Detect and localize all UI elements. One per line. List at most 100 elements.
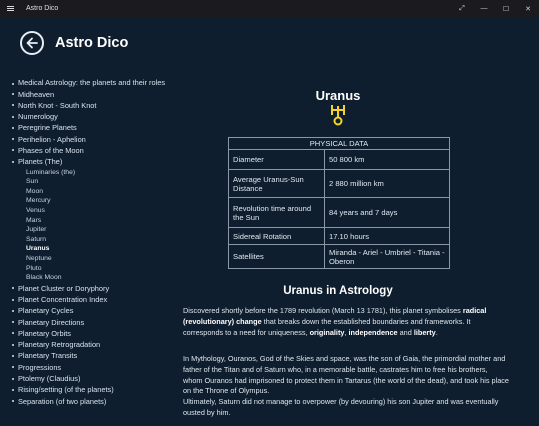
table-row: Satellites Miranda - Ariel - Umbriel - T… xyxy=(228,244,450,269)
sidebar-item[interactable]: Midheaven xyxy=(0,89,170,100)
sidebar-item[interactable]: Perihelion - Aphelion xyxy=(0,134,170,145)
sidebar-item-label: North Knot - South Knot xyxy=(18,100,97,110)
sidebar-subitem[interactable]: Jupiter xyxy=(0,225,170,235)
sidebar-subitem[interactable]: Mercury xyxy=(0,196,170,206)
sidebar-item[interactable]: North Knot - South Knot xyxy=(0,100,170,111)
sidebar-subitem[interactable]: Saturn xyxy=(0,235,170,245)
app-title: Astro Dico xyxy=(55,35,129,51)
bullet-icon xyxy=(12,354,14,357)
bullet-icon xyxy=(12,82,14,85)
sidebar-subitem[interactable]: Venus xyxy=(0,206,170,216)
sidebar-item[interactable]: Separation (of two planets) xyxy=(0,396,170,407)
article-content: Uranus PHYSICAL DATA Diameter 50 800 km … xyxy=(173,78,539,426)
sidebar-item-label: Perihelion - Aphelion xyxy=(18,134,86,144)
sidebar-item[interactable]: Planets (The) xyxy=(0,156,170,167)
sidebar-subitem[interactable]: Moon xyxy=(0,187,170,197)
bullet-icon xyxy=(12,138,14,141)
row-label: Satellites xyxy=(228,244,325,269)
bullet-icon xyxy=(12,332,14,335)
sidebar-subitem[interactable]: Sun xyxy=(0,177,170,187)
text-span: . xyxy=(435,327,438,337)
hamburger-menu-icon[interactable] xyxy=(0,0,20,17)
sidebar-item-label: Planet Cluster or Doryphory xyxy=(18,283,110,293)
bullet-icon xyxy=(12,377,14,380)
maximize-button[interactable]: ☐ xyxy=(495,0,517,17)
mythology-paragraph: In Mythology, Ouranos, God of the Skies … xyxy=(183,354,509,419)
sidebar-topic-list[interactable]: Medical Astrology: the planets and their… xyxy=(0,78,170,426)
sidebar-item[interactable]: Ptolemy (Claudius) xyxy=(0,373,170,384)
sidebar-subitem[interactable]: Mars xyxy=(0,216,170,226)
bullet-icon xyxy=(12,388,14,391)
sidebar-item[interactable]: Peregrine Planets xyxy=(0,122,170,133)
paragraph-text: Ultimately, Saturn did not manage to ove… xyxy=(183,397,499,417)
table-row: Diameter 50 800 km xyxy=(228,149,450,170)
row-label: Revolution time around the Sun xyxy=(228,197,325,228)
row-value: 84 years and 7 days xyxy=(324,197,450,228)
sidebar-item[interactable]: Planetary Transits xyxy=(0,350,170,361)
back-button[interactable] xyxy=(20,31,44,55)
table-row: Revolution time around the Sun 84 years … xyxy=(228,197,450,228)
back-arrow-icon xyxy=(26,37,38,49)
sidebar-subitem[interactable]: Luminaries (the) xyxy=(0,168,170,178)
sidebar-subitem[interactable]: Uranus xyxy=(0,244,170,254)
table-header: PHYSICAL DATA xyxy=(228,137,450,150)
text-span: Discovered shortly before the 1789 revol… xyxy=(183,306,463,315)
section-title: Uranus in Astrology xyxy=(283,285,393,297)
bullet-icon xyxy=(12,287,14,290)
intro-paragraph: Discovered shortly before the 1789 revol… xyxy=(183,306,509,338)
planet-title: Uranus xyxy=(315,88,361,103)
sidebar-item[interactable]: Planetary Retrogradation xyxy=(0,339,170,350)
row-value: 17.10 hours xyxy=(324,227,450,245)
title-bar: Astro Dico ⤢ — ☐ ✕ xyxy=(0,0,539,17)
text-span: and xyxy=(397,327,414,337)
sidebar-item-label: Planet Concentration Index xyxy=(18,295,108,304)
sidebar-item-label: Peregrine Planets xyxy=(18,123,77,133)
sidebar-item-label: Planetary Directions xyxy=(18,317,85,327)
sidebar-item[interactable]: Numerology xyxy=(0,111,170,122)
sidebar-item[interactable]: Planetary Orbits xyxy=(0,328,170,339)
sidebar-item-label: Planetary Cycles xyxy=(18,306,74,316)
sidebar-item-label: Medical Astrology: the planets and their… xyxy=(18,78,166,87)
sidebar-item-label: Midheaven xyxy=(18,89,55,99)
bullet-icon xyxy=(12,115,14,118)
close-button[interactable]: ✕ xyxy=(517,0,539,17)
bold-text: independence xyxy=(348,327,398,337)
sidebar-item[interactable]: Rising/setting (of the planets) xyxy=(0,384,170,395)
row-value: 2 880 million km xyxy=(324,169,450,198)
fullscreen-button[interactable]: ⤢ xyxy=(451,0,473,17)
sidebar-subitem[interactable]: Pluto xyxy=(0,264,170,274)
sidebar-item-label: Ptolemy (Claudius) xyxy=(18,374,81,384)
bullet-icon xyxy=(12,126,14,129)
bullet-icon xyxy=(12,343,14,346)
row-value: Miranda - Ariel - Umbriel - Titania - Ob… xyxy=(324,244,450,269)
sidebar-item-label: Planetary Retrogradation xyxy=(18,340,101,350)
physical-data-table: PHYSICAL DATA Diameter 50 800 km Average… xyxy=(228,137,450,269)
bullet-icon xyxy=(12,93,14,95)
sidebar-item-label: Phases of the Moon xyxy=(18,145,84,155)
bold-text: liberty xyxy=(413,327,436,337)
bullet-icon xyxy=(12,149,14,152)
uranus-symbol-icon xyxy=(331,105,345,126)
sidebar-item[interactable]: Planet Concentration Index xyxy=(0,294,170,305)
row-value: 50 800 km xyxy=(324,149,450,170)
bullet-icon xyxy=(12,104,14,107)
row-label: Average Uranus-Sun Distance xyxy=(228,169,325,198)
sidebar-item-label: Separation (of two planets) xyxy=(18,396,107,406)
bullet-icon xyxy=(12,321,14,324)
row-label: Sidereal Rotation xyxy=(228,227,325,245)
sidebar-item-label: Planets (The) xyxy=(18,157,63,167)
sidebar-subitem[interactable]: Black Moon xyxy=(0,273,170,283)
sidebar-item-label: Rising/setting (of the planets) xyxy=(18,385,114,395)
minimize-button[interactable]: — xyxy=(473,0,495,17)
sidebar-item[interactable]: Medical Astrology: the planets and their… xyxy=(0,78,170,89)
table-row: Average Uranus-Sun Distance 2 880 millio… xyxy=(228,169,450,198)
sidebar-item[interactable]: Planetary Directions xyxy=(0,317,170,328)
sidebar-item[interactable]: Phases of the Moon xyxy=(0,145,170,156)
sidebar-item[interactable]: Planet Cluster or Doryphory xyxy=(0,283,170,294)
sidebar-item[interactable]: Planetary Cycles xyxy=(0,305,170,316)
sidebar-subitem[interactable]: Neptune xyxy=(0,254,170,264)
bullet-icon xyxy=(12,400,14,403)
sidebar-item[interactable]: Progressions xyxy=(0,362,170,373)
sidebar-item-label: Progressions xyxy=(18,362,62,372)
window-title: Astro Dico xyxy=(26,5,59,12)
